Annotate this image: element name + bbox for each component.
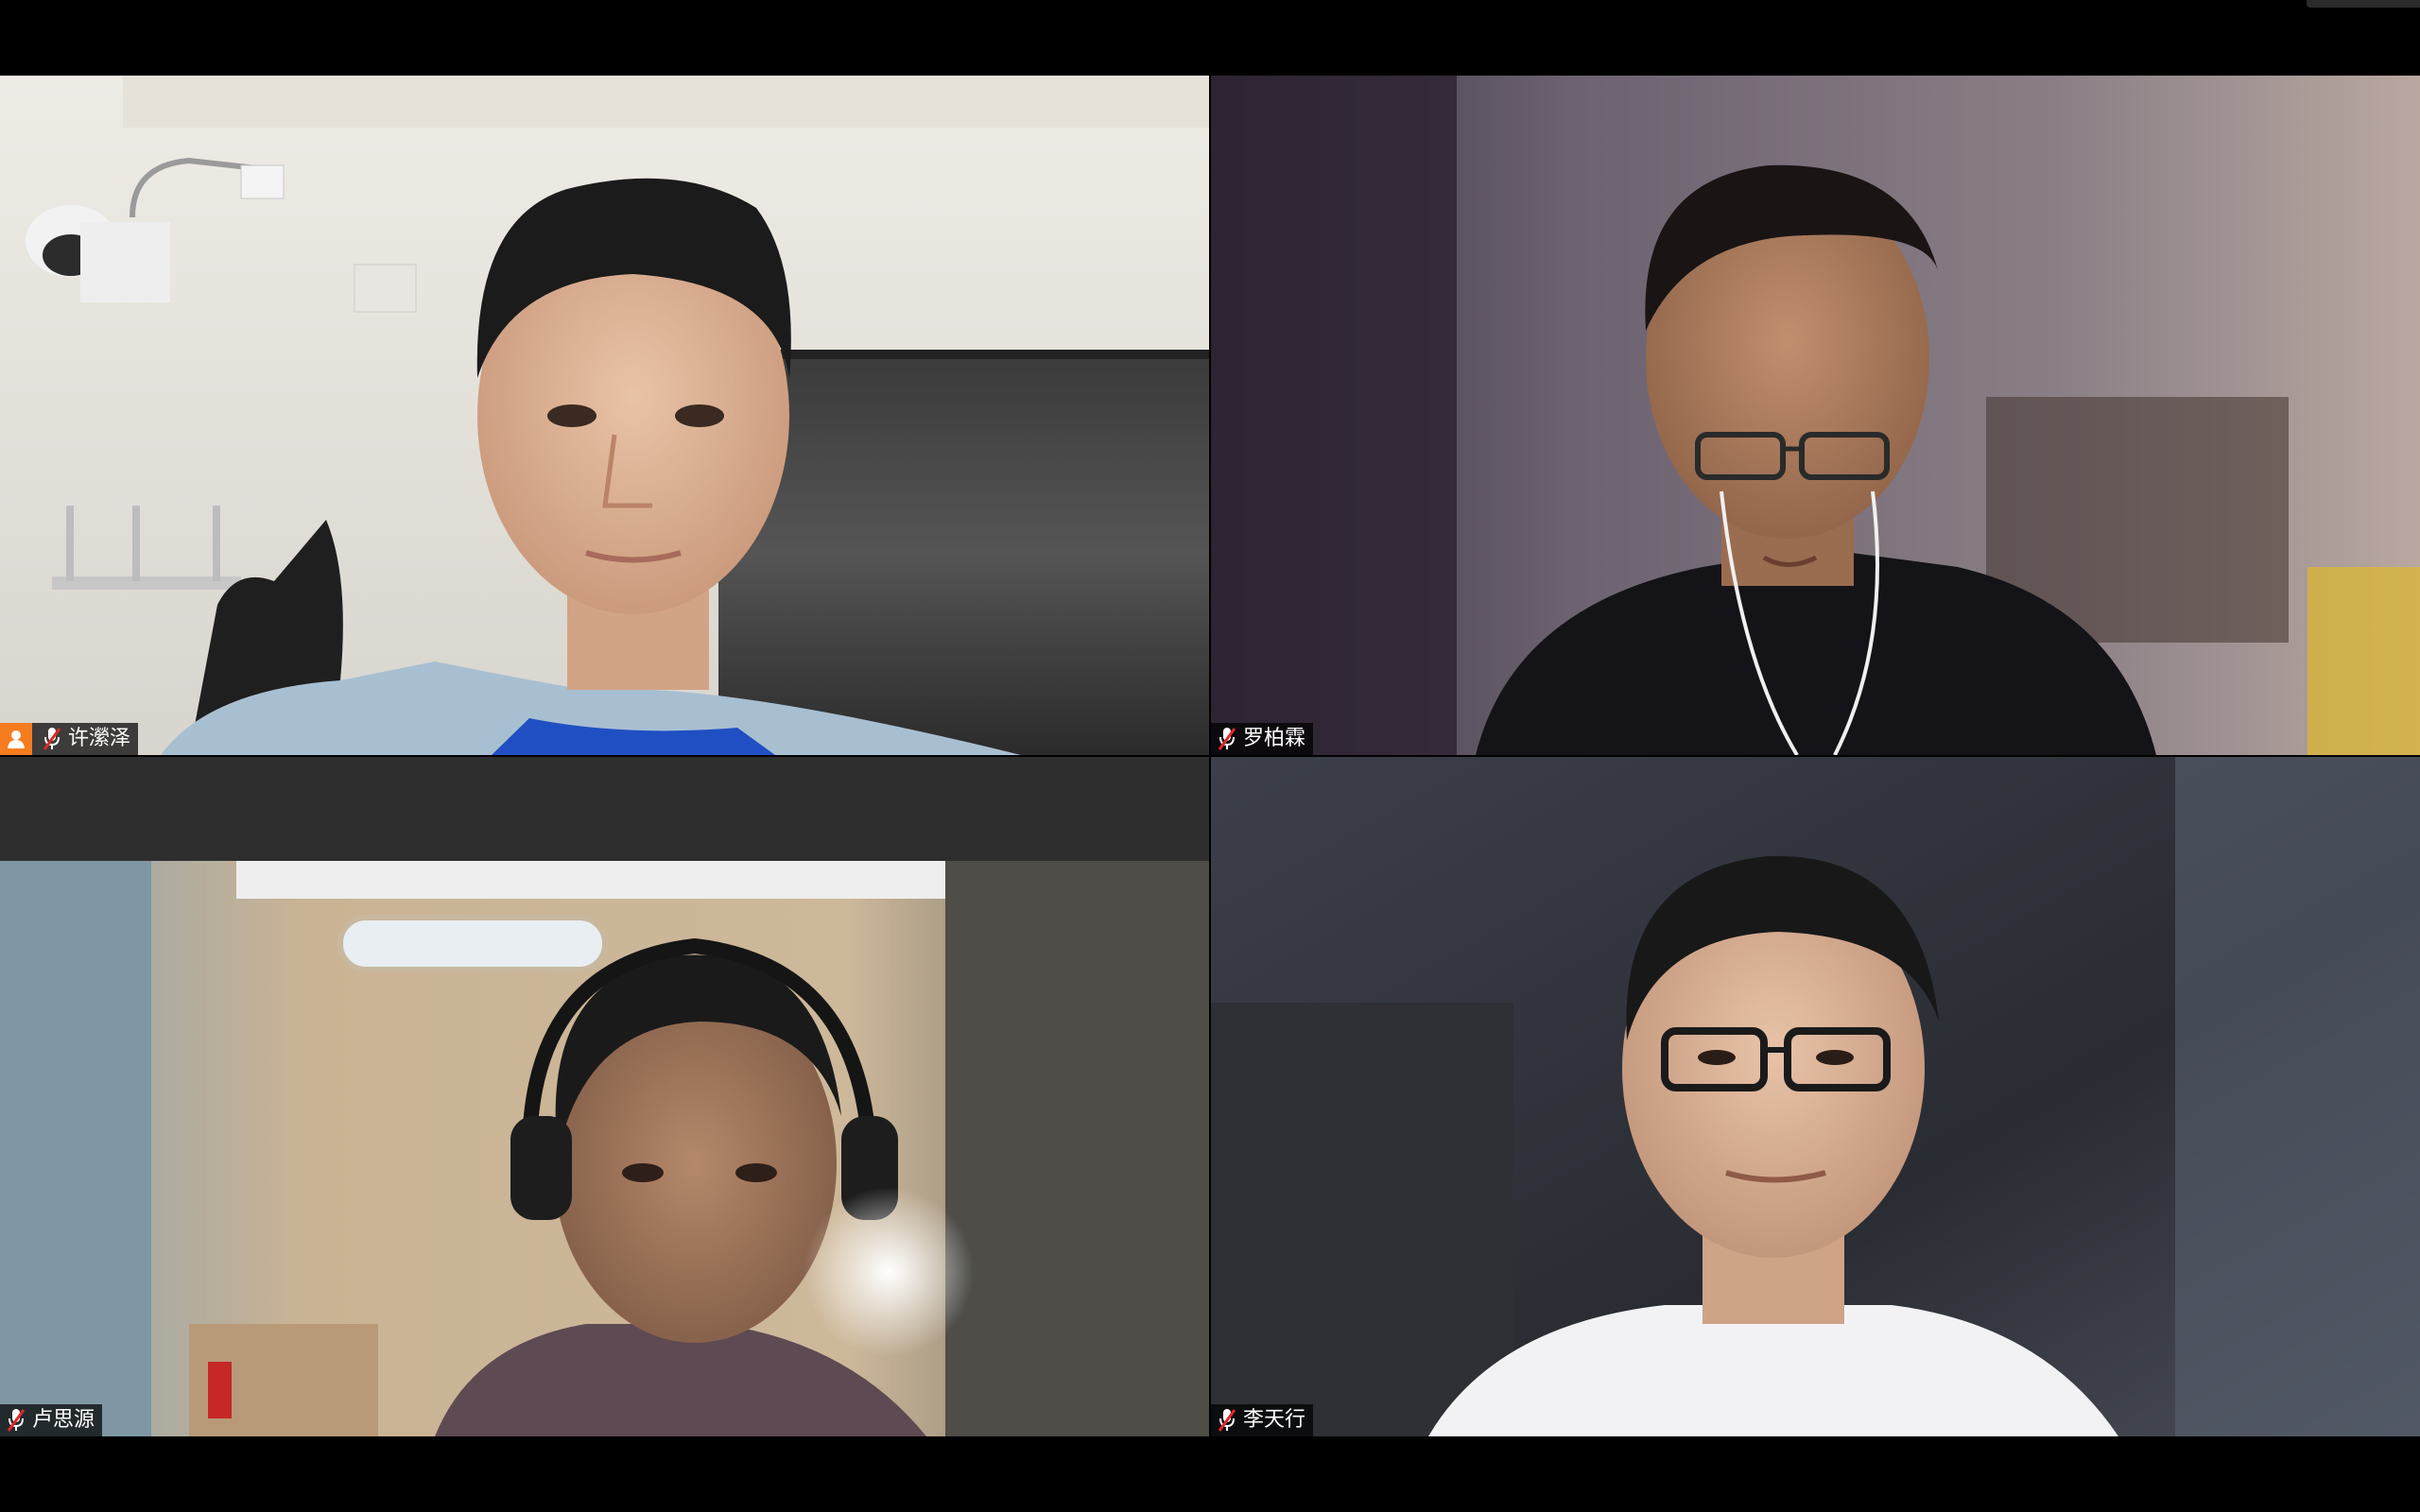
participant-name: 罗柏霖: [1243, 727, 1306, 750]
muted-mic-icon: [6, 1407, 26, 1434]
video-tile-4[interactable]: 李天行: [1211, 757, 2420, 1436]
participant-name: 卢思源: [32, 1408, 95, 1432]
video-tile-1[interactable]: 许瀠泽: [0, 76, 1209, 755]
participant-name: 李天行: [1243, 1408, 1306, 1432]
host-person-icon: [0, 723, 32, 755]
top-toolbar-handle[interactable]: [2307, 0, 2420, 8]
muted-mic-icon: [42, 726, 62, 752]
video-meeting-window: 许瀠泽 罗柏霖 卢思源 李天行: [0, 0, 2420, 1512]
gallery-view: 许瀠泽 罗柏霖 卢思源 李天行: [0, 76, 2420, 1436]
participant-nametag: 罗柏霖: [1211, 723, 1314, 755]
participant-video-1: [0, 76, 1209, 755]
video-tile-3[interactable]: 卢思源: [0, 757, 1209, 1436]
participant-video-4: [1211, 757, 2420, 1436]
participant-video-2: [1211, 76, 2420, 755]
participant-video-3: [0, 757, 1209, 1436]
participant-nametag: 许瀠泽: [0, 723, 139, 755]
muted-mic-icon: [1217, 726, 1237, 752]
video-tile-2[interactable]: 罗柏霖: [1211, 76, 2420, 755]
participant-nametag: 卢思源: [0, 1404, 103, 1436]
participant-name: 许瀠泽: [68, 727, 131, 750]
participant-nametag: 李天行: [1211, 1404, 1314, 1436]
muted-mic-icon: [1217, 1407, 1237, 1434]
